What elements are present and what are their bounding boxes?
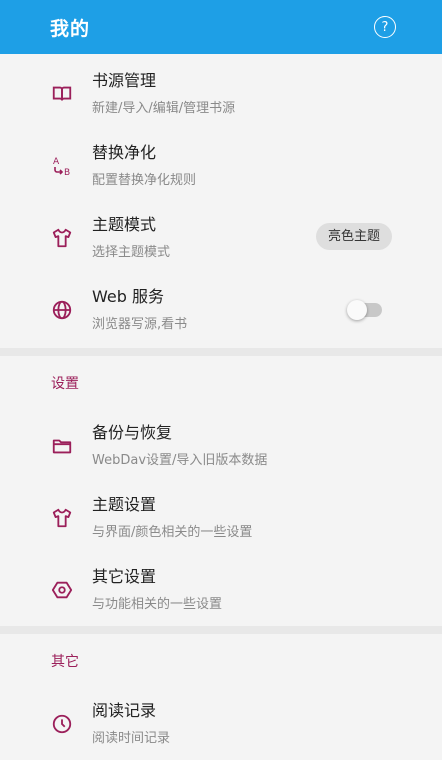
shirt-icon: [0, 227, 92, 249]
menu-item-title: 书源管理: [92, 71, 157, 90]
menu-item-subtitle: 阅读时间记录: [92, 731, 171, 746]
web-service-toggle[interactable]: [347, 300, 382, 320]
theme-mode-button[interactable]: 亮色主题: [315, 223, 392, 250]
section-divider: [0, 626, 442, 634]
menu-item-title: 其它设置: [92, 567, 157, 586]
section-header-other: 其它: [51, 654, 79, 670]
menu-item-theme-settings[interactable]: 主题设置 与界面/颜色相关的一些设置: [0, 482, 442, 554]
menu-item-subtitle: 选择主题模式: [92, 245, 171, 260]
menu-item-reading-history[interactable]: 阅读记录 阅读时间记录: [0, 688, 442, 760]
toggle-knob: [347, 300, 367, 320]
help-icon[interactable]: ?: [374, 16, 396, 38]
menu-item-title: 备份与恢复: [92, 423, 173, 442]
menu-item-web-service[interactable]: Web 服务 浏览器写源,看书: [0, 274, 442, 346]
svg-text:A: A: [53, 157, 60, 167]
menu-item-title: 阅读记录: [92, 701, 157, 720]
clock-icon: [0, 713, 92, 735]
hexagon-settings-icon: [0, 579, 92, 601]
section-header-settings: 设置: [51, 376, 79, 392]
folder-icon: [0, 435, 92, 457]
menu-item-subtitle: 与界面/颜色相关的一些设置: [92, 525, 253, 540]
book-icon: [0, 83, 92, 105]
menu-item-backup-restore[interactable]: 备份与恢复 WebDav设置/导入旧版本数据: [0, 410, 442, 482]
replace-ab-icon: A B: [0, 154, 92, 178]
menu-item-title: 主题设置: [92, 495, 157, 514]
page-title: 我的: [50, 17, 91, 40]
menu-item-title: 替换净化: [92, 143, 157, 162]
menu-item-subtitle: 新建/导入/编辑/管理书源: [92, 101, 236, 116]
menu-item-subtitle: 配置替换净化规则: [92, 173, 197, 188]
globe-icon: [0, 299, 92, 321]
menu-item-theme-mode[interactable]: 主题模式 选择主题模式 亮色主题: [0, 202, 442, 274]
shirt-icon: [0, 507, 92, 529]
section-divider: [0, 348, 442, 356]
menu-item-title: Web 服务: [92, 287, 164, 306]
app-bar: 我的 ?: [0, 0, 442, 54]
menu-item-subtitle: WebDav设置/导入旧版本数据: [92, 453, 268, 468]
svg-text:B: B: [64, 168, 70, 178]
menu-item-subtitle: 与功能相关的一些设置: [92, 597, 223, 612]
menu-item-book-source[interactable]: 书源管理 新建/导入/编辑/管理书源: [0, 58, 442, 130]
menu-item-replace-rules[interactable]: A B 替换净化 配置替换净化规则: [0, 130, 442, 202]
menu-item-other-settings[interactable]: 其它设置 与功能相关的一些设置: [0, 554, 442, 626]
menu-item-subtitle: 浏览器写源,看书: [92, 317, 188, 332]
